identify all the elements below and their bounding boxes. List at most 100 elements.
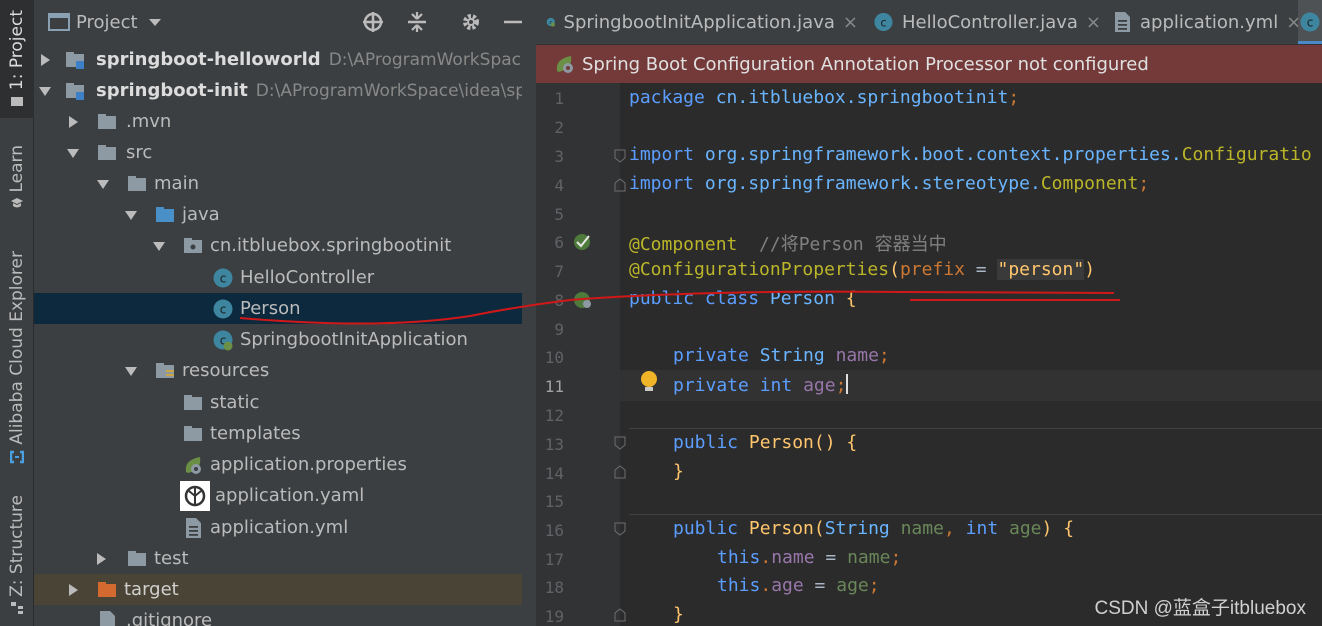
expand-arrow-icon[interactable] [66, 115, 80, 129]
expand-arrow-icon[interactable] [66, 583, 80, 597]
tab-hellocontroller[interactable]: c HelloController.java × [873, 0, 1101, 44]
close-icon[interactable]: × [843, 12, 858, 33]
hide-panel-icon[interactable] [502, 11, 524, 33]
punctuation: ; [1008, 87, 1020, 108]
tree-item-mvn[interactable]: .mvn [34, 106, 536, 137]
collapse-all-icon[interactable] [406, 11, 428, 33]
tree-item-springbootinitapplication[interactable]: c SpringbootInitApplication [34, 324, 536, 355]
tree-item-application-properties[interactable]: application.properties [34, 449, 536, 480]
spring-bean-gutter-icon[interactable] [572, 290, 594, 310]
editor-tab-bar: c SpringbootInitApplication.java × c Hel… [536, 0, 1322, 45]
tree-item-application-yml[interactable]: application.yml [34, 512, 536, 543]
gear-icon[interactable] [460, 11, 482, 33]
fold-marker-icon[interactable] [614, 522, 626, 536]
code-line-19[interactable]: } [673, 604, 684, 625]
punctuation: { [834, 288, 857, 309]
code-line-11[interactable]: private int age; [673, 374, 849, 396]
tree-item-src[interactable]: src [34, 137, 536, 168]
module-folder-icon [66, 82, 84, 100]
tree-item-templates[interactable]: templates [34, 418, 536, 449]
resources-folder-icon [156, 362, 174, 378]
tree-item-resources[interactable]: resources [34, 355, 536, 386]
collapse-arrow-icon[interactable] [152, 239, 166, 253]
package-icon [184, 237, 202, 253]
tool-window-stripe: 1: Project Learn Alibaba Cloud Explorer … [0, 0, 34, 626]
code-line-1[interactable]: package cn.itbluebox.springbootinit; [629, 87, 1019, 108]
tab-application-yml[interactable]: application.yml × [1112, 0, 1302, 44]
panel-splitter[interactable] [522, 45, 536, 626]
operator: = [964, 259, 998, 280]
tree-item-java[interactable]: java [34, 199, 536, 230]
tree-item-person[interactable]: c Person [34, 293, 536, 324]
punctuation: () { [813, 432, 858, 453]
collapse-arrow-icon[interactable] [38, 84, 52, 98]
collapse-arrow-icon[interactable] [124, 208, 138, 222]
tree-item-label: HelloController [240, 267, 375, 288]
tree-item-static[interactable]: static [34, 387, 536, 418]
tab-label: SpringbootInitApplication.java [563, 11, 835, 33]
tab-springbootinitapplication[interactable]: c SpringbootInitApplication.java × [546, 0, 858, 44]
project-view-selector[interactable]: Project [76, 12, 138, 33]
code-line-17[interactable]: this.name = name; [717, 547, 901, 568]
tree-item-springboot-init[interactable]: springboot-init D:\AProgramWorkSpace\idea… [34, 75, 536, 106]
java-class-icon: c [213, 268, 233, 287]
field-name: name [771, 547, 815, 568]
package-name: cn.itbluebox.springbootinit [715, 87, 1009, 108]
close-icon[interactable]: × [1086, 12, 1101, 33]
learn-tool-tab[interactable]: Learn [0, 135, 34, 220]
collapse-arrow-icon[interactable] [124, 364, 138, 378]
tree-item-main[interactable]: main [34, 168, 536, 199]
field-name: name [835, 345, 879, 366]
tab-label: HelloController.java [901, 11, 1078, 33]
keyword: import [629, 144, 705, 165]
tree-item-application-yaml[interactable]: application.yaml [34, 480, 536, 511]
code-line-16[interactable]: public Person(String name, int age) { [673, 518, 1074, 539]
tree-item-label: java [182, 204, 220, 225]
tab-person-active[interactable]: c [1298, 0, 1322, 44]
learn-tool-tab-label: Learn [7, 144, 27, 193]
tree-item-test[interactable]: test [34, 543, 536, 574]
tree-item-target[interactable]: target [34, 574, 536, 605]
excluded-folder-icon [98, 581, 116, 597]
code-line-4[interactable]: import org.springframework.stereotype.Co… [629, 173, 1149, 194]
lightbulb-icon[interactable] [638, 369, 660, 395]
structure-tool-tab[interactable]: Z: Structure [0, 495, 34, 614]
code-line-8[interactable]: public class Person { [629, 288, 857, 309]
punctuation: ; [890, 547, 902, 568]
code-line-7[interactable]: @ConfigurationProperties(prefix = "perso… [629, 259, 1095, 280]
tree-item-package[interactable]: cn.itbluebox.springbootinit [34, 230, 536, 261]
punctuation: . [760, 547, 772, 568]
code-line-10[interactable]: private String name; [673, 345, 890, 366]
tree-item-springboot-helloworld[interactable]: springboot-helloworld D:\AProgramWorkSpac… [34, 44, 536, 75]
expand-arrow-icon[interactable] [38, 53, 52, 67]
type-name: String [759, 345, 836, 366]
locate-file-icon[interactable] [362, 11, 384, 33]
project-tool-tab[interactable]: 1: Project [0, 0, 34, 118]
fold-marker-icon[interactable] [614, 178, 626, 192]
fold-marker-icon[interactable] [614, 149, 626, 163]
keyword: public class [629, 288, 770, 309]
fold-marker-icon[interactable] [614, 436, 626, 450]
tree-item-gitignore[interactable]: .gitignore [34, 605, 536, 626]
editor-area: c SpringbootInitApplication.java × c Hel… [536, 0, 1322, 626]
alibaba-cloud-explorer-tool-tab[interactable]: Alibaba Cloud Explorer [0, 245, 34, 470]
collapse-arrow-icon[interactable] [96, 177, 110, 191]
string-literal: "person" [997, 259, 1085, 280]
fold-marker-icon[interactable] [614, 465, 626, 479]
code-line-3[interactable]: import org.springframework.boot.context.… [629, 144, 1312, 165]
parameter-name: age [1009, 518, 1042, 539]
annotation: @Component [629, 234, 738, 255]
line-number: 14 [544, 464, 564, 483]
spring-boot-icon [556, 56, 573, 73]
chevron-down-icon[interactable] [148, 18, 162, 28]
collapse-arrow-icon[interactable] [66, 146, 80, 160]
code-line-14[interactable]: } [673, 461, 684, 482]
tree-item-hellocontroller[interactable]: c HelloController [34, 262, 536, 293]
folder-icon [98, 144, 116, 160]
code-line-13[interactable]: public Person() { [673, 432, 857, 453]
spring-bean-gutter-icon[interactable] [572, 232, 594, 252]
code-line-18[interactable]: this.age = age; [717, 575, 880, 596]
code-line-6[interactable]: @Component //将Person 容器当中 [629, 230, 947, 256]
fold-marker-icon[interactable] [614, 608, 626, 622]
expand-arrow-icon[interactable] [94, 552, 108, 566]
